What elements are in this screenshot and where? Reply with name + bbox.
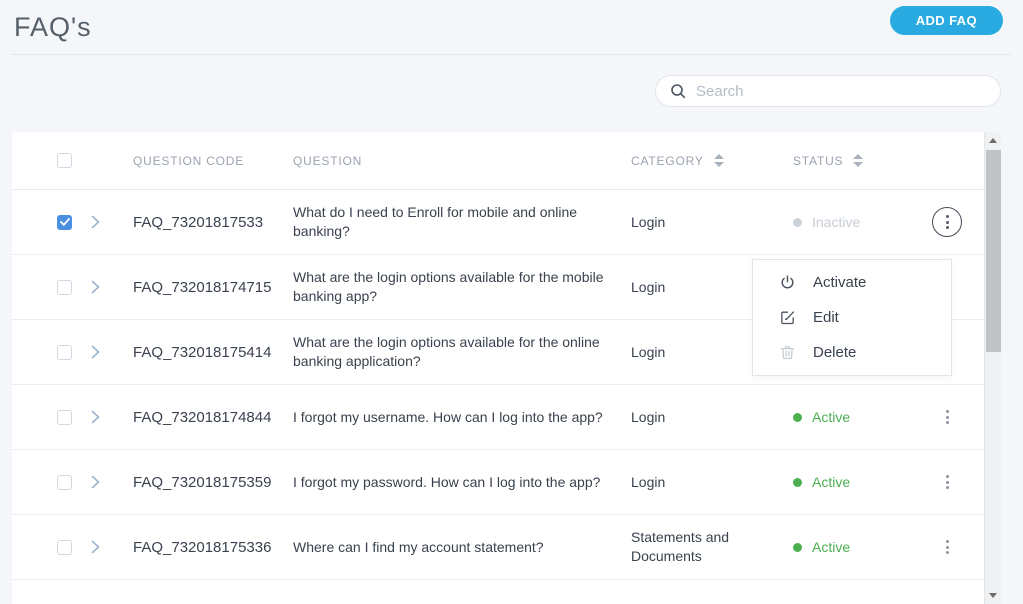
row-checkbox[interactable] [57,410,72,425]
table-body: FAQ_73201817533 What do I need to Enroll… [12,190,1001,580]
column-header-question: QUESTION [293,154,631,168]
table-row: FAQ_73201817533 What do I need to Enroll… [12,190,1001,255]
status-label: Inactive [812,214,860,230]
expand-chevron-icon[interactable] [91,280,133,294]
kebab-menu-button[interactable] [932,532,962,562]
status-dot [793,218,802,227]
status-label: Active [812,474,850,490]
expand-chevron-icon[interactable] [91,345,133,359]
question-code: FAQ_732018174844 [133,409,293,426]
category-text: Login [631,408,793,427]
question-text: I forgot my password. How can I log into… [293,473,631,492]
expand-chevron-icon[interactable] [91,540,133,554]
menu-item-delete[interactable]: Delete [753,338,951,367]
row-checkbox[interactable] [57,280,72,295]
vertical-scrollbar[interactable] [984,132,1001,604]
title-divider [12,54,1011,55]
category-text: Statements and Documents [631,528,793,566]
question-text: What are the login options available for… [293,333,631,371]
scroll-up-arrow-icon[interactable] [985,132,1001,149]
expand-chevron-icon[interactable] [91,475,133,489]
power-icon [778,274,796,291]
question-text: Where can I find my account statement? [293,538,631,557]
trash-icon [778,344,796,361]
category-text: Login [631,473,793,492]
column-header-category[interactable]: CATEGORY [631,154,793,168]
status-dot [793,478,802,487]
search-icon [670,83,686,99]
question-code: FAQ_732018175359 [133,474,293,491]
add-faq-button[interactable]: ADD FAQ [890,6,1003,35]
status-cell: Active [793,539,923,555]
table-header-row: QUESTION CODE QUESTION CATEGORY STATUS [12,132,1001,190]
table-row: FAQ_732018175359 I forgot my password. H… [12,450,1001,515]
question-text: What are the login options available for… [293,268,631,306]
status-cell: Inactive [793,214,923,230]
kebab-menu-button[interactable] [932,207,962,237]
status-label: Active [812,409,850,425]
row-context-menu: Activate Edit Delete [752,259,952,376]
table-row: FAQ_732018174844 I forgot my username. H… [12,385,1001,450]
question-code: FAQ_732018175336 [133,539,293,556]
kebab-menu-button[interactable] [932,467,962,497]
sort-icon[interactable] [714,154,724,167]
status-dot [793,543,802,552]
search-input[interactable] [696,83,986,100]
edit-icon [778,309,796,326]
status-dot [793,413,802,422]
status-cell: Active [793,409,923,425]
scroll-down-arrow-icon[interactable] [985,587,1001,604]
question-text: I forgot my username. How can I log into… [293,408,631,427]
question-code: FAQ_73201817533 [133,214,293,231]
expand-chevron-icon[interactable] [91,215,133,229]
scrollbar-thumb[interactable] [986,150,1001,352]
select-all-checkbox[interactable] [57,153,72,168]
search-box[interactable] [655,75,1001,107]
status-label: Active [812,539,850,555]
question-code: FAQ_732018174715 [133,279,293,296]
menu-item-activate[interactable]: Activate [753,268,951,297]
row-checkbox[interactable] [57,345,72,360]
table-row: FAQ_732018175336 Where can I find my acc… [12,515,1001,580]
kebab-menu-button[interactable] [932,402,962,432]
sort-icon[interactable] [853,154,863,167]
expand-chevron-icon[interactable] [91,410,133,424]
status-cell: Active [793,474,923,490]
menu-item-edit[interactable]: Edit [753,303,951,332]
category-text: Login [631,213,793,232]
column-header-question-code: QUESTION CODE [133,154,293,168]
row-checkbox[interactable] [57,215,72,230]
page-title: FAQ's [14,12,92,43]
question-code: FAQ_732018175414 [133,344,293,361]
column-header-status[interactable]: STATUS [793,154,923,168]
row-checkbox[interactable] [57,475,72,490]
row-checkbox[interactable] [57,540,72,555]
question-text: What do I need to Enroll for mobile and … [293,203,631,241]
